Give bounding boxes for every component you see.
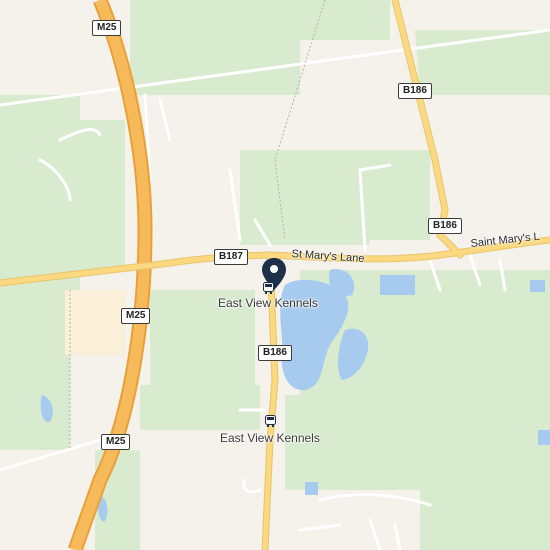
b186-shield-mid: B186 <box>258 345 292 361</box>
bus-stop-icon[interactable] <box>265 414 276 427</box>
m25-shield-bottom: M25 <box>101 434 131 450</box>
map-canvas[interactable]: M25 M25 M25 B186 B186 B186 B187 St Mary'… <box>0 0 550 550</box>
selected-place-label[interactable]: East View Kennels <box>218 296 318 310</box>
m25-shield-mid: M25 <box>121 308 151 324</box>
b187-shield: B187 <box>214 249 248 265</box>
bus-stop-icon[interactable] <box>263 281 274 294</box>
b186-shield-right: B186 <box>428 218 462 234</box>
m25-shield-top: M25 <box>92 20 122 36</box>
bus-stop-label[interactable]: East View Kennels <box>220 431 320 445</box>
developed-area <box>65 290 125 355</box>
b186-shield-top: B186 <box>398 83 432 99</box>
